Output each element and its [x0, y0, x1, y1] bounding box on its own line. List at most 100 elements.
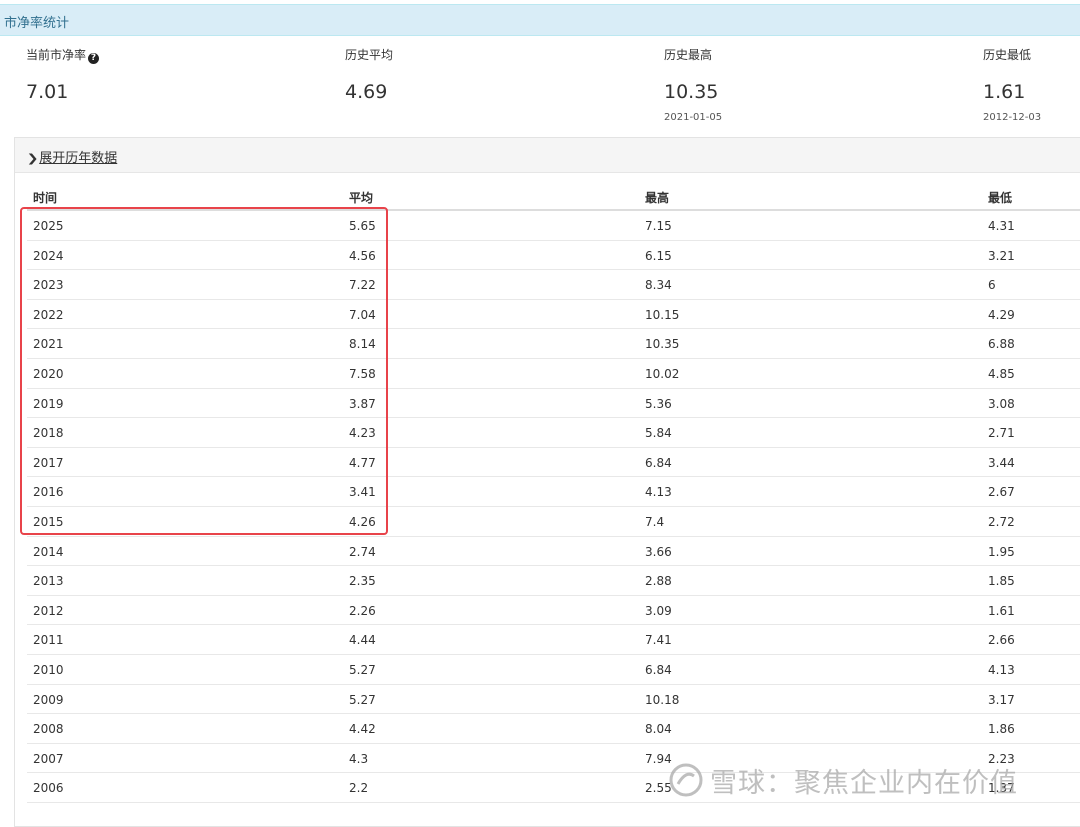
- cell-low: 2.66: [988, 633, 1015, 648]
- cell-high: 5.84: [645, 426, 672, 441]
- table-row: 2021 8.14 10.35 6.88: [27, 329, 1080, 359]
- cell-year: 2023: [33, 278, 64, 293]
- help-icon[interactable]: ?: [88, 53, 100, 64]
- cell-avg: 7.04: [349, 307, 376, 322]
- cell-high: 10.18: [645, 692, 680, 707]
- cell-avg: 4.42: [349, 722, 376, 737]
- cell-high: 2.55: [645, 781, 672, 796]
- cell-high: 10.02: [645, 366, 680, 381]
- cell-low: 2.71: [988, 426, 1015, 441]
- cell-avg: 5.27: [349, 662, 376, 677]
- cell-year: 2016: [33, 485, 64, 500]
- table-row: 2006 2.2 2.55 1.37: [27, 773, 1080, 803]
- cell-avg: 2.35: [349, 574, 376, 589]
- cell-year: 2022: [33, 307, 64, 322]
- cell-year: 2015: [33, 514, 64, 529]
- stat-value: 4.69: [345, 81, 388, 103]
- table-row: 2019 3.87 5.36 3.08: [27, 389, 1080, 419]
- table-row: 2011 4.44 7.41 2.66: [27, 625, 1080, 655]
- cell-high: 6.84: [645, 662, 672, 677]
- expand-history-toggle[interactable]: ❯展开历年数据: [27, 147, 118, 166]
- cell-year: 2009: [33, 692, 64, 707]
- cell-avg: 4.26: [349, 514, 376, 529]
- table-row: 2023 7.22 8.34 6: [27, 270, 1080, 300]
- cell-avg: 8.14: [349, 337, 376, 352]
- cell-low: 1.85: [988, 574, 1015, 589]
- cell-high: 5.36: [645, 396, 672, 411]
- col-header-low: 最低: [988, 191, 1013, 205]
- table-row: 2007 4.3 7.94 2.23: [27, 744, 1080, 774]
- cell-avg: 4.23: [349, 426, 376, 441]
- cell-year: 2006: [33, 781, 64, 796]
- table-row: 2008 4.42 8.04 1.86: [27, 714, 1080, 744]
- cell-high: 3.09: [645, 603, 672, 618]
- cell-year: 2014: [33, 544, 64, 559]
- table-row: 2020 7.58 10.02 4.85: [27, 359, 1080, 389]
- cell-low: 1.37: [988, 781, 1015, 796]
- cell-avg: 5.65: [349, 219, 376, 233]
- toggle-label: 展开历年数据: [39, 151, 118, 166]
- stat-current-pb: 当前市净率? 7.01: [26, 46, 100, 103]
- col-header-time: 时间: [33, 191, 58, 205]
- table-row: 2012 2.26 3.09 1.61: [27, 596, 1080, 626]
- cell-year: 2013: [33, 574, 64, 589]
- table-row: 2010 5.27 6.84 4.13: [27, 655, 1080, 685]
- stat-date: 2012-12-03: [983, 112, 1042, 123]
- cell-avg: 7.22: [349, 278, 376, 293]
- cell-avg: 2.26: [349, 603, 376, 618]
- cell-year: 2021: [33, 337, 64, 352]
- cell-low: 2.67: [988, 485, 1015, 500]
- cell-high: 10.35: [645, 337, 680, 352]
- cell-low: 6.88: [988, 337, 1015, 352]
- stat-label: 历史最低: [983, 48, 1032, 62]
- cell-high: 6.15: [645, 248, 672, 263]
- cell-year: 2017: [33, 455, 64, 470]
- cell-year: 2025: [33, 219, 64, 233]
- stat-hist-high: 历史最高 10.35 2021-01-05: [664, 46, 722, 123]
- table-body: 2025 5.65 7.15 4.31 2024 4.56 6.15 3.21 2023 7.22…: [27, 211, 1080, 803]
- cell-avg: 5.27: [349, 692, 376, 707]
- col-header-high: 最高: [645, 191, 670, 205]
- cell-avg: 2.74: [349, 544, 376, 559]
- cell-year: 2012: [33, 603, 64, 618]
- table-row: 2014 2.74 3.66 1.95: [27, 537, 1080, 567]
- stat-value: 7.01: [26, 81, 69, 103]
- cell-high: 6.84: [645, 455, 672, 470]
- cell-low: 3.44: [988, 455, 1015, 470]
- cell-low: 4.85: [988, 366, 1015, 381]
- table-row: 2016 3.41 4.13 2.67: [27, 477, 1080, 507]
- table-row: 2015 4.26 7.4 2.72: [27, 507, 1080, 537]
- cell-low: 4.29: [988, 307, 1015, 322]
- cell-high: 10.15: [645, 307, 680, 322]
- cell-avg: 4.44: [349, 633, 376, 648]
- cell-high: 7.94: [645, 751, 672, 766]
- cell-high: 7.4: [645, 514, 665, 529]
- cell-year: 2024: [33, 248, 64, 263]
- cell-low: 4.31: [988, 219, 1015, 233]
- table-row: 2013 2.35 2.88 1.85: [27, 566, 1080, 596]
- table-row: 2025 5.65 7.15 4.31: [27, 211, 1080, 241]
- table-header: 时间 平均 最高 最低: [27, 186, 1080, 211]
- table-row: 2009 5.27 10.18 3.17: [27, 685, 1080, 715]
- stat-hist-avg: 历史平均 4.69: [345, 46, 393, 103]
- cell-high: 7.15: [645, 219, 672, 233]
- cell-low: 2.72: [988, 514, 1015, 529]
- cell-avg: 4.3: [349, 751, 369, 766]
- stat-label: 当前市净率: [26, 48, 87, 62]
- cell-low: 3.08: [988, 396, 1015, 411]
- stat-hist-low: 历史最低 1.61 2012-12-03: [983, 46, 1041, 123]
- cell-avg: 3.41: [349, 485, 376, 500]
- cell-low: 3.21: [988, 248, 1015, 263]
- cell-year: 2010: [33, 662, 64, 677]
- stat-value: 10.35: [664, 81, 719, 103]
- cell-high: 4.13: [645, 485, 672, 500]
- cell-year: 2019: [33, 396, 64, 411]
- table-row: 2018 4.23 5.84 2.71: [27, 418, 1080, 448]
- col-header-avg: 平均: [349, 191, 374, 205]
- cell-avg: 2.2: [349, 781, 369, 796]
- cell-avg: 3.87: [349, 396, 376, 411]
- cell-high: 8.34: [645, 278, 672, 293]
- panel-title: 市净率统计: [4, 16, 70, 31]
- stat-label: 历史平均: [345, 48, 394, 62]
- stat-value: 1.61: [983, 81, 1026, 103]
